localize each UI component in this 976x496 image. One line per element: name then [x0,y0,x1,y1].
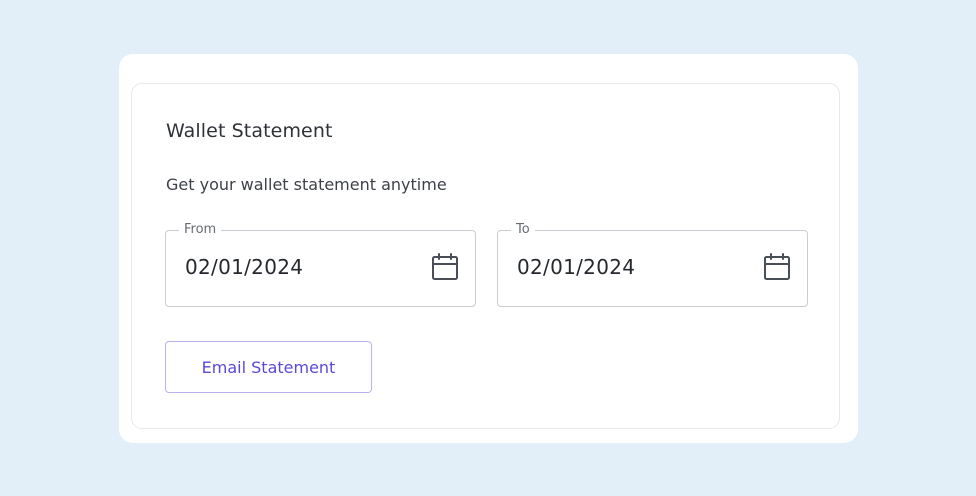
to-date-label: To [511,221,535,239]
calendar-icon[interactable] [763,252,791,282]
to-date-value: 02/01/2024 [517,255,636,279]
calendar-icon[interactable] [431,252,459,282]
from-date-field[interactable]: From 02/01/2024 [165,221,476,307]
statement-panel: Wallet Statement Get your wallet stateme… [119,54,858,443]
page: Wallet Statement Get your wallet stateme… [0,0,976,496]
wallet-statement-card: Wallet Statement Get your wallet stateme… [131,83,840,429]
card-title: Wallet Statement [166,120,333,142]
from-date-value: 02/01/2024 [185,255,304,279]
from-date-label: From [179,221,222,239]
card-subtitle: Get your wallet statement anytime [166,175,447,194]
email-statement-button[interactable]: Email Statement [165,341,372,393]
to-date-field[interactable]: To 02/01/2024 [497,221,808,307]
